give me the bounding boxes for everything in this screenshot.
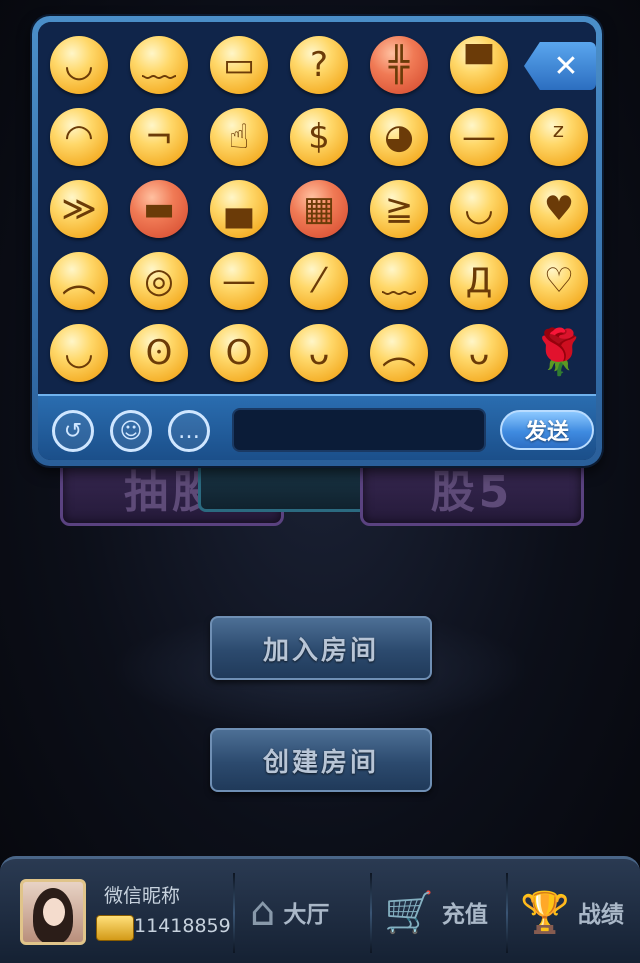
join-room-button[interactable]: 加入房间 — [210, 616, 432, 680]
user-id: 11418859 — [134, 915, 231, 937]
nav-divider — [370, 873, 372, 953]
emoji-cool-icon[interactable]: ▄ — [210, 180, 268, 238]
send-button[interactable]: 发送 — [500, 410, 594, 450]
emoji-embarrassed-icon[interactable]: ﹏ — [130, 36, 188, 94]
avatar[interactable] — [20, 879, 86, 945]
emoji-tab-icon[interactable]: ☺ — [110, 410, 152, 452]
emoji-dizzy-icon[interactable]: ᴗ — [450, 324, 508, 382]
emoji-sweating-tears-icon[interactable]: ﹏ — [370, 252, 428, 310]
emoji-smug-icon[interactable]: ¬ — [130, 108, 188, 166]
emoji-surprised-icon[interactable]: O — [210, 324, 268, 382]
nav-item-records[interactable]: 🏆 战绩 — [520, 877, 624, 947]
emoji-unimpressed-icon[interactable]: — — [210, 252, 268, 310]
nav-item-label: 战绩 — [577, 902, 624, 928]
nav-item-lobby[interactable]: ⌂ 大厅 — [250, 877, 329, 947]
emoji-content-icon[interactable]: ◡ — [450, 180, 508, 238]
emoji-awkward-icon[interactable]: ⁄ — [290, 252, 348, 310]
emoji-rose-icon[interactable]: 🌹 — [530, 324, 588, 382]
nav-divider — [233, 873, 235, 953]
emoji-displeased-icon[interactable]: ︵ — [50, 252, 108, 310]
emoji-confused-icon[interactable]: ? — [290, 36, 348, 94]
emoji-frown-icon[interactable]: ︵ — [370, 324, 428, 382]
emoji-calm-smile-icon[interactable]: ◡ — [50, 324, 108, 382]
emoji-gritted-teeth-icon[interactable]: ▦ — [290, 180, 348, 238]
emoji-sneeze-icon[interactable]: ≫ — [50, 180, 108, 238]
emoji-panel: ◡ ﹏ ▭? ╬ ▀ ◠ ¬ ☝ $ ◕ — ᶻ ≫ ▬ ▄ ▦ ≧ ◡ ♥ ︵ ◎ — ⁄ ﹏ Д ♡ ◡ ʘ Oᴗ ︵ ᴗ 🌹 ✕ ↺ ☺… — [32, 16, 602, 466]
nav-divider — [506, 873, 508, 953]
home-icon: ⌂ — [250, 889, 276, 935]
nav-item-label: 充值 — [441, 902, 488, 928]
emoji-scared-icon[interactable]: ▭ — [210, 36, 268, 94]
nav-item-recharge[interactable]: 🛒 充值 — [384, 877, 488, 947]
emoji-money-eyes-icon[interactable]: $ — [290, 108, 348, 166]
quick-chat-icon[interactable]: … — [168, 410, 210, 452]
emoji-laughing-icon[interactable]: ≧ — [370, 180, 428, 238]
coin-icon — [96, 915, 134, 941]
trophy-icon: 🏆 — [520, 889, 570, 936]
emoji-thumbs-up-icon[interactable]: ☝ — [210, 108, 268, 166]
emoji-happy-heart-icon[interactable]: ♡ — [530, 252, 588, 310]
emoji-wailing-icon[interactable]: Д — [450, 252, 508, 310]
emoji-shy-icon[interactable]: ◠ — [50, 108, 108, 166]
chat-text-input[interactable] — [232, 408, 486, 452]
chat-input-bar: ↺ ☺ … 发送 — [38, 394, 596, 460]
emoji-kiss-icon[interactable]: ♥ — [530, 180, 588, 238]
history-icon[interactable]: ↺ — [52, 410, 94, 452]
emoji-crying-eyes-icon[interactable]: ◎ — [130, 252, 188, 310]
emoji-smile-icon[interactable]: ◡ — [50, 36, 108, 94]
nav-item-label: 大厅 — [283, 902, 330, 928]
emoji-sweat-icon[interactable]: — — [450, 108, 508, 166]
cart-icon: 🛒 — [384, 889, 434, 936]
emoji-vomit-icon[interactable]: ▀ — [450, 36, 508, 94]
emoji-angry-crying-icon[interactable]: ╬ — [370, 36, 428, 94]
emoji-side-eye-icon[interactable]: ʘ — [130, 324, 188, 382]
bottom-bar: 微信昵称 11418859 ⌂ 大厅 🛒 充值 🏆 战绩 — [0, 856, 640, 963]
emoji-wink-grin-icon[interactable]: ◕ — [370, 108, 428, 166]
emoji-red-face-icon[interactable]: ▬ — [130, 180, 188, 238]
emoji-grid: ◡ ﹏ ▭? ╬ ▀ ◠ ¬ ☝ $ ◕ — ᶻ ≫ ▬ ▄ ▦ ≧ ◡ ♥ ︵ ◎ — ⁄ ﹏ Д ♡ ◡ ʘ Oᴗ ︵ ᴗ 🌹 — [38, 22, 596, 394]
emoji-tongue-out-icon[interactable]: ᴗ — [290, 324, 348, 382]
nickname: 微信昵称 — [104, 885, 181, 907]
emoji-panel-inner: ◡ ﹏ ▭? ╬ ▀ ◠ ¬ ☝ $ ◕ — ᶻ ≫ ▬ ▄ ▦ ≧ ◡ ♥ ︵ ◎ — ⁄ ﹏ Д ♡ ◡ ʘ Oᴗ ︵ ᴗ 🌹 ✕ ↺ ☺… — [38, 22, 596, 460]
emoji-sleepy-icon[interactable]: ᶻ — [530, 108, 588, 166]
create-room-button[interactable]: 创建房间 — [210, 728, 432, 792]
